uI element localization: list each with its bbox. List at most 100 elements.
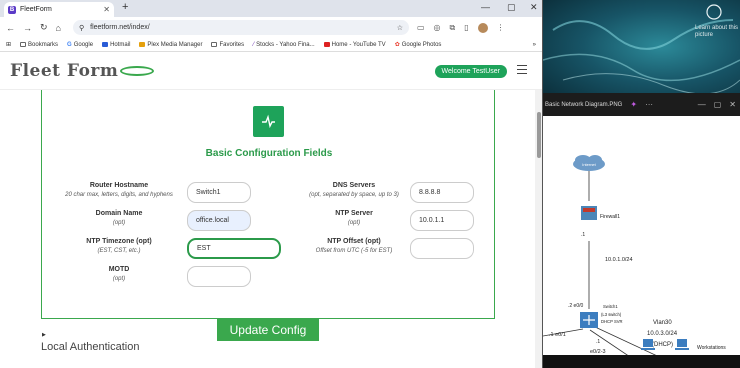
site-info-icon[interactable]: ⚲ bbox=[79, 24, 84, 32]
bookmark-item[interactable]: Hotmail bbox=[102, 42, 130, 48]
photos-icon: ✿ bbox=[394, 42, 400, 48]
hostname-hint: 20 char max, letters, digits, and hyphen… bbox=[65, 192, 173, 198]
bookmark-item[interactable]: Bookmarks bbox=[20, 42, 58, 48]
wallpaper bbox=[543, 0, 740, 93]
cast-icon[interactable]: ▭ bbox=[417, 23, 425, 32]
address-bar[interactable]: ⚲ fleetform.net/index/ ☆ bbox=[72, 20, 409, 35]
switch-left-port-label: .1 e0/1 bbox=[549, 332, 566, 338]
ntp-server-input[interactable]: 10.0.1.1 bbox=[410, 210, 474, 231]
ntp-offset-input[interactable] bbox=[410, 238, 474, 259]
bookmark-item[interactable]: Favorites bbox=[211, 42, 244, 48]
vlan-line: 10.0.3.0/24 bbox=[647, 331, 678, 337]
copilot-icon[interactable]: ✦ bbox=[630, 100, 637, 109]
forward-icon[interactable]: → bbox=[23, 23, 32, 33]
ntp-offset-hint: Offset from UTC (-5 for EST) bbox=[315, 248, 393, 254]
home-icon[interactable]: ⌂ bbox=[56, 23, 61, 33]
page-content: Fleet Form Welcome TestUser Basic Config… bbox=[0, 52, 542, 368]
timezone-hint: (EST, CST, etc.) bbox=[97, 248, 141, 254]
domain-label: Domain Name bbox=[95, 210, 143, 217]
bookmark-item[interactable]: ✿ Google Photos bbox=[394, 41, 442, 49]
bookmark-item[interactable]: G Google bbox=[67, 42, 93, 48]
timezone-label: NTP Timezone (opt) bbox=[86, 238, 152, 245]
tab-title: FleetForm bbox=[20, 6, 52, 13]
vlan-line: Vlan30 bbox=[653, 320, 672, 326]
profile-avatar[interactable] bbox=[477, 22, 488, 33]
pulse-icon bbox=[253, 106, 284, 137]
card-title: Basic Configuration Fields bbox=[205, 148, 333, 159]
more-icon[interactable]: ··· bbox=[645, 100, 653, 109]
site-favicon-icon: B bbox=[8, 5, 16, 14]
plex-icon bbox=[139, 42, 146, 47]
sidepanel-icon[interactable]: ▯ bbox=[464, 23, 468, 32]
extension-icon[interactable]: ◎ bbox=[434, 23, 441, 32]
viewer-maximize-icon[interactable]: ▢ bbox=[714, 100, 722, 109]
back-icon[interactable]: ← bbox=[6, 23, 15, 33]
tab-strip: B FleetForm ✕ + — ▢ ✕ bbox=[0, 0, 542, 17]
reload-icon[interactable]: ↻ bbox=[40, 22, 48, 33]
viewer-titlebar: Basic Network Diagram.PNG ✦ ··· — ▢ ✕ bbox=[543, 93, 740, 116]
youtube-icon bbox=[323, 42, 330, 47]
bookmark-item[interactable]: Plex Media Manager bbox=[139, 42, 202, 48]
site-header: Fleet Form Welcome TestUser bbox=[0, 52, 542, 90]
subnet-top-label: 10.0.1.0/24 bbox=[605, 257, 633, 263]
new-tab-icon[interactable]: + bbox=[122, 1, 128, 13]
image-viewer-window: Basic Network Diagram.PNG ✦ ··· — ▢ ✕ In… bbox=[543, 93, 740, 355]
domain-input[interactable]: office.local bbox=[187, 210, 251, 231]
motd-input[interactable] bbox=[187, 266, 251, 287]
switch-name-line: DHCP SVR bbox=[601, 319, 623, 324]
hostname-input[interactable]: Switch1 bbox=[187, 182, 251, 203]
dns-label: DNS Servers bbox=[332, 182, 376, 189]
wallpaper-info-label[interactable]: Learn about this picture bbox=[695, 25, 740, 39]
close-window-icon[interactable]: ✕ bbox=[530, 2, 538, 13]
minimize-icon[interactable]: — bbox=[481, 2, 490, 12]
bookmark-item[interactable]: ⁄ Stocks - Yahoo Fina... bbox=[253, 42, 315, 48]
browser-tab[interactable]: B FleetForm ✕ bbox=[4, 2, 114, 17]
hamburger-menu-icon[interactable] bbox=[517, 65, 527, 77]
update-config-button[interactable]: Update Config bbox=[217, 318, 319, 341]
browser-window: B FleetForm ✕ + — ▢ ✕ ← → ↻ ⌂ ⚲ fleetfor… bbox=[0, 0, 543, 368]
bookmark-star-icon[interactable]: ☆ bbox=[397, 24, 403, 32]
bookmark-item[interactable]: Home - YouTube TV bbox=[323, 42, 386, 48]
local-auth-section[interactable]: Local Authentication bbox=[41, 341, 139, 353]
hostname-label: Router Hostname bbox=[89, 182, 149, 189]
expand-caret-icon[interactable]: ▶ bbox=[42, 332, 46, 338]
switch-name-line: Switch1 bbox=[603, 304, 618, 309]
browser-toolbar: ← → ↻ ⌂ ⚲ fleetform.net/index/ ☆ ▭ ◎ ⧉ ▯… bbox=[0, 17, 542, 38]
maximize-icon[interactable]: ▢ bbox=[507, 2, 516, 13]
folder-icon bbox=[20, 42, 27, 47]
workstation-icon bbox=[643, 339, 653, 347]
tab-close-icon[interactable]: ✕ bbox=[103, 5, 110, 14]
google-icon: G bbox=[67, 41, 72, 48]
puzzle-icon[interactable]: ⧉ bbox=[450, 23, 456, 33]
apps-grid-icon[interactable]: ⊞ bbox=[6, 41, 11, 48]
ntp-offset-label-group: NTP Offset (opt) Offset from UTC (-5 for… bbox=[294, 238, 414, 254]
viewer-close-icon[interactable]: ✕ bbox=[729, 100, 736, 109]
more-bookmarks-icon[interactable]: » bbox=[533, 42, 536, 48]
dns-label-group: DNS Servers (opt, separated by space, up… bbox=[294, 182, 414, 198]
motd-hint: (opt) bbox=[112, 276, 126, 282]
ntp-server-label: NTP Server bbox=[335, 210, 373, 217]
page-scrollbar[interactable] bbox=[535, 90, 542, 368]
hostname-label-group: Router Hostname 20 char max, letters, di… bbox=[59, 182, 179, 198]
cloud-label: Internet bbox=[582, 162, 596, 167]
timezone-input[interactable]: EST bbox=[187, 238, 281, 259]
domain-label-group: Domain Name (opt) bbox=[59, 210, 179, 226]
firewall-label: Firewall1 bbox=[600, 214, 620, 220]
workstations-label: Workstations bbox=[697, 345, 726, 351]
switch-down-port-label: .1 bbox=[596, 339, 600, 345]
scroll-thumb[interactable] bbox=[537, 112, 541, 158]
timezone-label-group: NTP Timezone (opt) (EST, CST, etc.) bbox=[59, 238, 179, 254]
url-text: fleetform.net/index/ bbox=[90, 24, 150, 31]
motd-label: MOTD bbox=[108, 266, 130, 273]
config-card: Basic Configuration Fields Router Hostna… bbox=[41, 90, 495, 319]
mail-icon bbox=[102, 42, 109, 47]
dns-input[interactable]: 8.8.8.8 bbox=[410, 182, 474, 203]
welcome-user-button[interactable]: Welcome TestUser bbox=[434, 65, 507, 78]
bookmarks-bar: ⊞ Bookmarks G Google Hotmail Plex Media M… bbox=[0, 38, 542, 52]
menu-kebab-icon[interactable]: ⋮ bbox=[497, 23, 505, 32]
domain-hint: (opt) bbox=[112, 220, 126, 226]
site-logo[interactable]: Fleet Form bbox=[10, 61, 118, 81]
viewer-minimize-icon[interactable]: — bbox=[698, 100, 706, 109]
dns-hint: (opt, separated by space, up to 3) bbox=[309, 192, 399, 198]
fw-port-label: .1 bbox=[581, 232, 585, 238]
